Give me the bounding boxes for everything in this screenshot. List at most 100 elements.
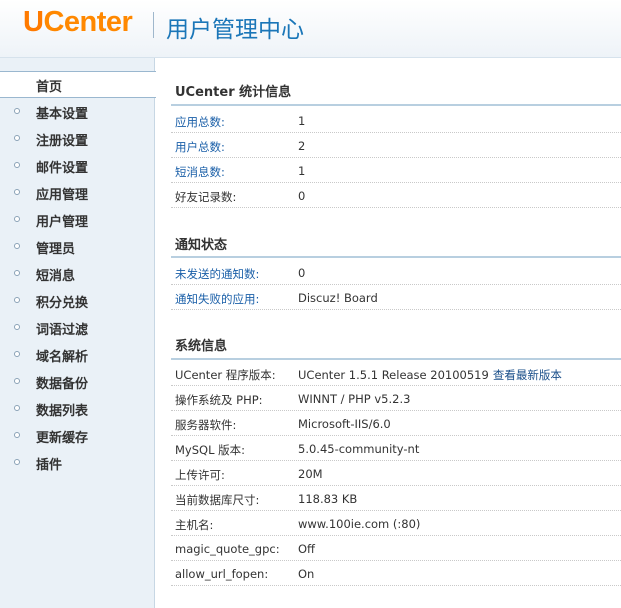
sidebar-item-mail-settings[interactable]: 邮件设置 — [0, 152, 155, 179]
sidebar-item-data-backup[interactable]: 数据备份 — [0, 368, 155, 395]
system-value: Microsoft-IIS/6.0 — [298, 417, 391, 431]
sidebar-item-messages[interactable]: 短消息 — [0, 260, 155, 287]
system-key: MySQL 版本: — [175, 443, 246, 457]
system-value: 118.83 KB — [298, 492, 358, 506]
bullet-icon — [14, 405, 20, 411]
stat-value: 0 — [298, 189, 306, 203]
bullet-icon — [14, 216, 20, 222]
section-divider — [171, 256, 621, 258]
table-row: allow_url_fopen: On — [171, 561, 621, 586]
stat-key: 好友记录数: — [175, 190, 237, 204]
system-key: 操作系统及 PHP: — [175, 393, 263, 407]
bullet-icon — [14, 162, 20, 168]
table-row: 服务器软件: Microsoft-IIS/6.0 — [171, 411, 621, 436]
table-row: 操作系统及 PHP: WINNT / PHP v5.2.3 — [171, 386, 621, 411]
sidebar-item-label: 邮件设置 — [36, 161, 89, 176]
sidebar-item-label: 域名解析 — [36, 350, 89, 365]
system-key: magic_quote_gpc: — [175, 542, 280, 556]
bullet-icon — [14, 324, 20, 330]
bullet-icon — [14, 243, 20, 249]
table-row: 通知失败的应用: Discuz! Board — [171, 285, 621, 310]
table-row: 上传许可: 20M — [171, 461, 621, 486]
table-row: 短消息数: 1 — [171, 158, 621, 183]
bullet-icon — [14, 135, 20, 141]
system-key: 主机名: — [175, 518, 214, 532]
system-value: On — [298, 567, 315, 581]
bullet-icon — [14, 297, 20, 303]
sidebar-item-label: 首页 — [36, 80, 63, 95]
system-section-title: 系统信息 — [175, 339, 228, 354]
sidebar-item-app-management[interactable]: 应用管理 — [0, 179, 155, 206]
sidebar-item-credit-exchange[interactable]: 积分兑换 — [0, 287, 155, 314]
sidebar: 首页 基本设置 注册设置 邮件设置 应用管理 用户管理 管理员 短消息 积分兑换… — [0, 58, 156, 608]
section-divider — [171, 104, 621, 106]
bullet-icon — [14, 378, 20, 384]
sidebar-item-label: 词语过滤 — [36, 323, 89, 338]
system-key: 当前数据库尺寸: — [175, 493, 260, 507]
system-value: WINNT / PHP v5.2.3 — [298, 392, 411, 406]
sidebar-nav: 首页 基本设置 注册设置 邮件设置 应用管理 用户管理 管理员 短消息 积分兑换… — [0, 71, 156, 476]
header-divider — [153, 12, 154, 38]
sidebar-item-label: 更新缓存 — [36, 431, 89, 446]
bullet-icon — [14, 189, 20, 195]
table-row: 主机名: www.100ie.com (:80) — [171, 511, 621, 536]
system-value: www.100ie.com (:80) — [298, 517, 421, 531]
ucenter-logo[interactable]: UCenter — [23, 6, 133, 39]
notify-value: Discuz! Board — [298, 291, 378, 305]
bullet-icon — [14, 459, 20, 465]
bullet-icon — [14, 108, 20, 114]
sidebar-item-label: 应用管理 — [36, 188, 89, 203]
system-value: UCenter 1.5.1 Release 20100519 查看最新版本 — [298, 367, 562, 383]
sidebar-item-label: 数据列表 — [36, 404, 89, 419]
bullet-icon — [14, 270, 20, 276]
system-key: 服务器软件: — [175, 418, 237, 432]
sidebar-item-label: 插件 — [36, 458, 63, 473]
page-title: 用户管理中心 — [166, 17, 304, 43]
sidebar-item-label: 基本设置 — [36, 107, 89, 122]
bullet-icon — [14, 432, 20, 438]
sidebar-item-user-management[interactable]: 用户管理 — [0, 206, 155, 233]
notify-value: 0 — [298, 266, 306, 280]
stats-section-title: UCenter 统计信息 — [175, 85, 292, 100]
sidebar-item-update-cache[interactable]: 更新缓存 — [0, 422, 155, 449]
sidebar-item-label: 积分兑换 — [36, 296, 89, 311]
system-key: UCenter 程序版本: — [175, 368, 276, 382]
stat-key[interactable]: 应用总数: — [175, 114, 225, 130]
system-key: allow_url_fopen: — [175, 567, 269, 581]
notify-key[interactable]: 未发送的通知数: — [175, 266, 259, 282]
logo-u: U — [23, 6, 44, 38]
system-value: Off — [298, 542, 315, 556]
notify-key[interactable]: 通知失败的应用: — [175, 291, 259, 307]
main-content: UCenter 统计信息 应用总数: 1 用户总数: 2 短消息数: 1 好友记… — [156, 58, 621, 608]
table-row: 当前数据库尺寸: 118.83 KB — [171, 486, 621, 511]
system-key: 上传许可: — [175, 468, 225, 482]
stat-key[interactable]: 短消息数: — [175, 164, 225, 180]
stat-value: 1 — [298, 114, 306, 128]
sidebar-item-basic-settings[interactable]: 基本设置 — [0, 98, 155, 125]
sidebar-item-label: 用户管理 — [36, 215, 89, 230]
system-value: 20M — [298, 467, 323, 481]
table-row: 未发送的通知数: 0 — [171, 260, 621, 285]
sidebar-item-admins[interactable]: 管理员 — [0, 233, 155, 260]
sidebar-item-plugins[interactable]: 插件 — [0, 449, 155, 476]
section-divider — [171, 358, 621, 360]
sidebar-item-register-settings[interactable]: 注册设置 — [0, 125, 155, 152]
sidebar-item-domain-resolution[interactable]: 域名解析 — [0, 341, 155, 368]
version-text: UCenter 1.5.1 Release 20100519 — [298, 368, 489, 382]
table-row: magic_quote_gpc: Off — [171, 536, 621, 561]
table-row: UCenter 程序版本: UCenter 1.5.1 Release 2010… — [171, 361, 621, 386]
sidebar-item-label: 注册设置 — [36, 134, 89, 149]
sidebar-item-label: 短消息 — [36, 269, 76, 284]
table-row: 好友记录数: 0 — [171, 183, 621, 208]
logo-rest: Center — [43, 6, 133, 38]
sidebar-item-data-list[interactable]: 数据列表 — [0, 395, 155, 422]
table-row: MySQL 版本: 5.0.45-community-nt — [171, 436, 621, 461]
sidebar-item-label: 数据备份 — [36, 377, 89, 392]
system-value: 5.0.45-community-nt — [298, 442, 420, 456]
check-latest-version-link[interactable]: 查看最新版本 — [493, 368, 562, 382]
stat-value: 1 — [298, 164, 306, 178]
sidebar-item-label: 管理员 — [36, 242, 76, 257]
sidebar-item-home[interactable]: 首页 — [0, 71, 156, 98]
stat-key[interactable]: 用户总数: — [175, 139, 225, 155]
sidebar-item-word-filter[interactable]: 词语过滤 — [0, 314, 155, 341]
